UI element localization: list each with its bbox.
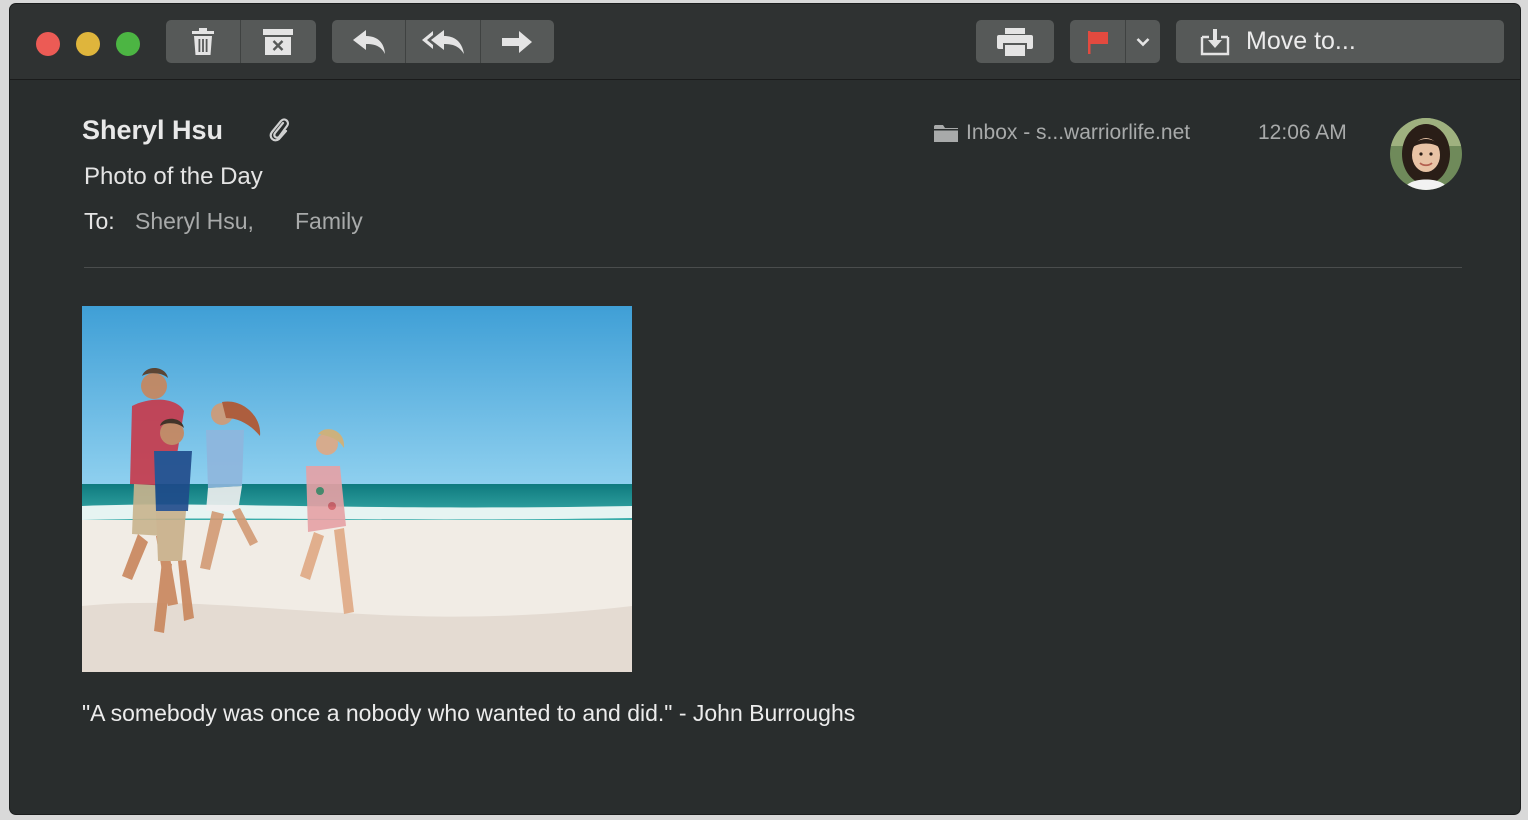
zoom-window-button[interactable] xyxy=(116,32,140,56)
trash-button[interactable] xyxy=(166,20,241,63)
flag-menu-button[interactable] xyxy=(1126,20,1160,63)
reply-icon xyxy=(352,29,385,54)
flag-icon xyxy=(1087,30,1108,54)
mailbox-location[interactable]: Inbox - s...warriorlife.net xyxy=(934,121,1190,145)
move-icon xyxy=(1200,28,1230,55)
mailbox-name: Inbox - s...warriorlife.net xyxy=(966,121,1191,144)
recipient[interactable]: Sheryl Hsu, xyxy=(135,208,254,235)
move-to-button[interactable]: Move to... xyxy=(1176,20,1504,63)
avatar[interactable] xyxy=(1390,118,1462,190)
delete-archive-group xyxy=(166,20,316,63)
toolbar: Move to... xyxy=(10,4,1520,80)
message-body: "A somebody was once a nobody who wanted… xyxy=(82,700,856,726)
print-group xyxy=(976,20,1054,63)
archive-button[interactable] xyxy=(241,20,317,63)
flag-button[interactable] xyxy=(1070,20,1127,63)
close-window-button[interactable] xyxy=(36,32,60,56)
move-group: Move to... xyxy=(1176,20,1504,63)
recipient[interactable]: Family xyxy=(295,208,363,235)
flag-group xyxy=(1070,20,1160,63)
folder-icon xyxy=(934,125,958,142)
forward-button[interactable] xyxy=(481,20,554,63)
sender-name: Sheryl Hsu xyxy=(82,115,224,145)
archive-icon xyxy=(263,28,294,55)
photo-attachment[interactable] xyxy=(82,306,632,672)
paperclip-icon xyxy=(269,118,289,142)
message-time: 12:06 AM xyxy=(1258,121,1347,144)
message-subject: Photo of the Day xyxy=(84,163,263,190)
move-to-label: Move to... xyxy=(1246,27,1356,55)
reply-all-button[interactable] xyxy=(406,20,481,63)
header-divider xyxy=(84,267,1462,268)
minimize-window-button[interactable] xyxy=(76,32,100,56)
chevron-down-icon xyxy=(1136,37,1150,46)
trash-icon xyxy=(191,27,214,55)
reply-button[interactable] xyxy=(332,20,407,63)
mail-window: Move to... Sheryl Hsu Photo of the Day T… xyxy=(10,4,1520,814)
print-icon xyxy=(997,27,1033,56)
reply-all-icon xyxy=(421,29,464,54)
reply-forward-group xyxy=(332,20,554,63)
forward-icon xyxy=(502,30,533,53)
to-label: To: xyxy=(84,208,115,234)
print-button[interactable] xyxy=(976,20,1054,63)
